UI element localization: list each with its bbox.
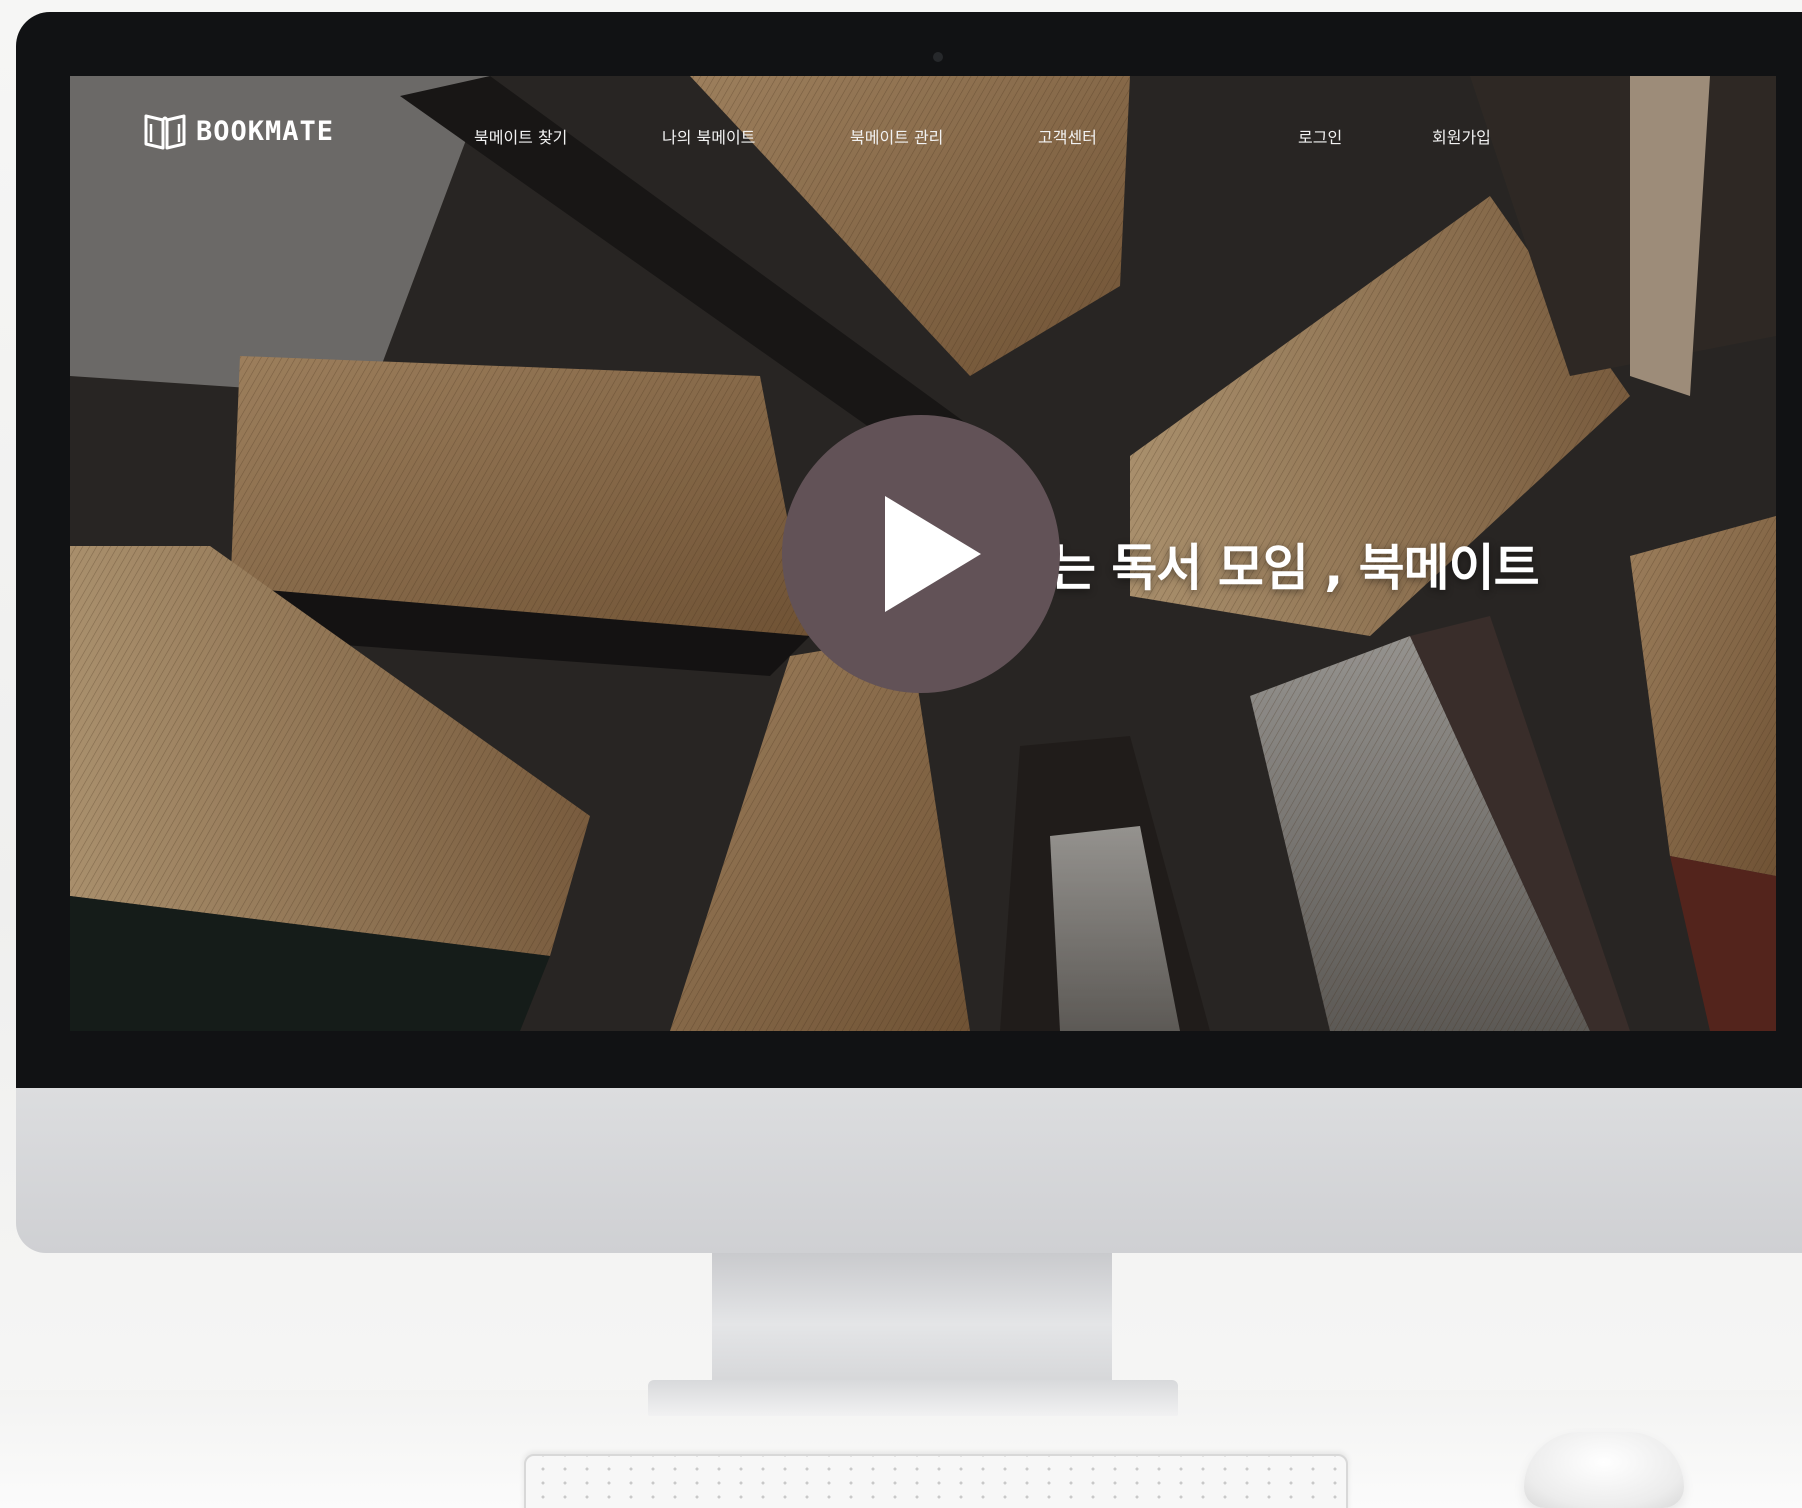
keyboard (524, 1454, 1348, 1508)
login-link[interactable]: 로그인 (1298, 124, 1342, 148)
monitor-chin (16, 1088, 1802, 1253)
play-button[interactable] (782, 415, 1060, 693)
website-screen: BOOKMATE 북메이트 찾기 나의 북메이트 북메이트 관리 고객센터 로그… (70, 76, 1776, 1031)
monitor-stand-base (648, 1380, 1178, 1416)
signup-link[interactable]: 회원가입 (1432, 124, 1491, 148)
camera-dot (933, 52, 943, 62)
open-book-icon (144, 114, 186, 150)
nav-my-bookmate[interactable]: 나의 북메이트 (662, 124, 755, 148)
mouse (1524, 1432, 1684, 1508)
nav-customer-center[interactable]: 고객센터 (1038, 124, 1097, 148)
hero-title: 는 독서 모임 , 북메이트 (1050, 539, 1540, 597)
brand-name: BOOKMATE (196, 115, 335, 147)
brand-logo[interactable]: BOOKMATE (142, 110, 334, 152)
play-icon (885, 496, 981, 612)
monitor-stand (712, 1253, 1112, 1383)
nav-find-bookmate[interactable]: 북메이트 찾기 (474, 124, 567, 148)
nav-manage-bookmate[interactable]: 북메이트 관리 (850, 124, 943, 148)
desktop-scene: BOOKMATE 북메이트 찾기 나의 북메이트 북메이트 관리 고객센터 로그… (0, 0, 1802, 1508)
site-header: BOOKMATE 북메이트 찾기 나의 북메이트 북메이트 관리 고객센터 로그… (70, 76, 1776, 186)
